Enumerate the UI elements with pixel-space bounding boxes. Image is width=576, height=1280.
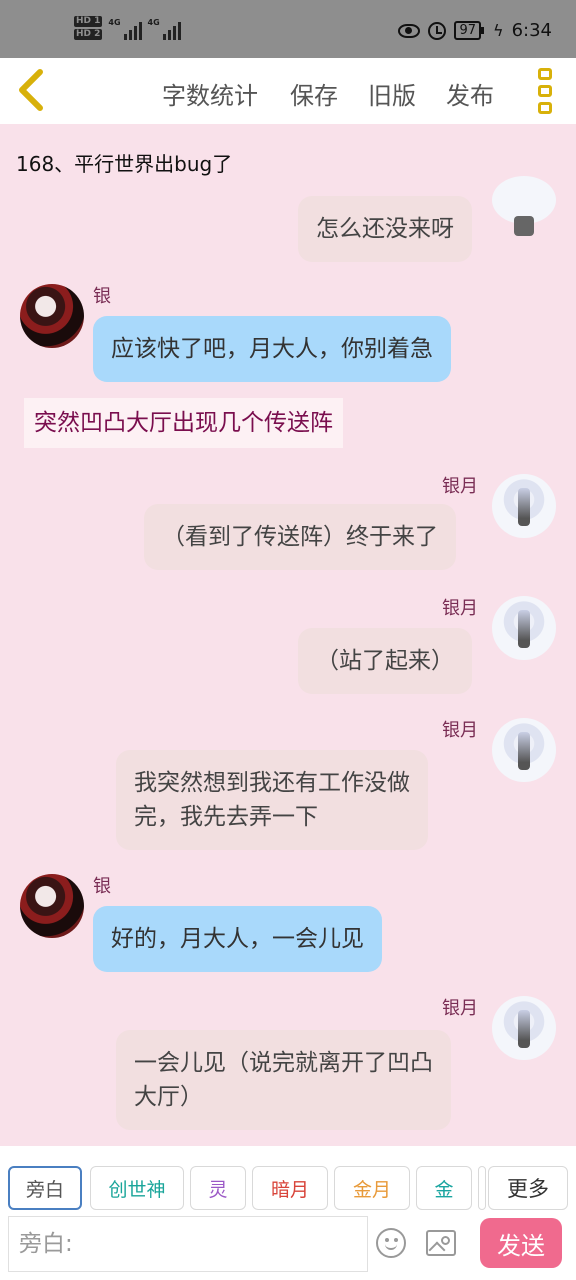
message-bubble[interactable]: 一会儿见（说完就离开了凹凸 大厅） (116, 1030, 451, 1130)
publish-button[interactable]: 发布 (446, 76, 494, 111)
avatar[interactable] (492, 176, 556, 236)
chapter-title: 168、平行世界出bug了 (16, 152, 233, 176)
speaker-name: 银月 (442, 998, 478, 1019)
battery-icon: 97 (454, 21, 484, 40)
emoji-icon[interactable] (376, 1228, 406, 1258)
role-chip[interactable]: 暗月 (252, 1166, 328, 1210)
message-bubble[interactable]: 我突然想到我还有工作没做 完，我先去弄一下 (116, 750, 428, 850)
image-icon[interactable] (426, 1230, 456, 1256)
role-chip[interactable]: 创世神 (90, 1166, 184, 1210)
word-count-button[interactable]: 字数统计 (162, 76, 258, 111)
clock: 6:34 (511, 20, 552, 41)
role-chip-narrator[interactable]: 旁白 (8, 1166, 82, 1210)
signal-group: HD 1 HD 2 4G 4G (74, 16, 181, 40)
send-button[interactable]: 发送 (480, 1218, 562, 1268)
eye-icon (398, 23, 421, 38)
message-bubble[interactable]: （站了起来） (298, 628, 472, 694)
role-selector: 旁白 创世神 灵 暗月 金月 金 更多 (0, 1146, 576, 1212)
status-bar: HD 1 HD 2 4G 4G 97 ϟ 6:34 (0, 0, 576, 58)
avatar[interactable] (492, 596, 556, 660)
signal-icon-2: 4G (148, 18, 181, 40)
speaker-name: 银月 (442, 720, 478, 741)
more-roles-button[interactable]: 更多 (488, 1166, 568, 1210)
speaker-name: 银 (93, 876, 111, 897)
editor-toolbar: 字数统计 保存 旧版 发布 (0, 58, 576, 124)
signal-icon: 4G (108, 18, 142, 40)
hd2-badge: HD 2 (74, 29, 103, 40)
message-input[interactable] (8, 1216, 368, 1272)
back-button[interactable] (14, 68, 50, 112)
old-version-button[interactable]: 旧版 (368, 76, 416, 111)
chat-area[interactable]: 168、平行世界出bug了 怎么还没来呀 银 应该快了吧，月大人，你别着急 突然… (0, 124, 576, 1146)
vertical-dots-icon[interactable] (538, 68, 554, 114)
save-button[interactable]: 保存 (290, 76, 338, 111)
message-bubble[interactable]: （看到了传送阵）终于来了 (144, 504, 456, 570)
role-chip[interactable]: 金 (416, 1166, 472, 1210)
speaker-name: 银月 (442, 476, 478, 497)
chevron-left-icon (19, 69, 43, 111)
avatar[interactable] (20, 284, 84, 348)
avatar[interactable] (492, 718, 556, 782)
avatar[interactable] (492, 474, 556, 538)
speaker-name: 银月 (442, 598, 478, 619)
narration-text[interactable]: 突然凹凸大厅出现几个传送阵 (24, 398, 343, 448)
charging-icon: ϟ (493, 21, 504, 40)
role-chip[interactable]: 金月 (334, 1166, 410, 1210)
input-bar: 发送 (0, 1212, 576, 1280)
speaker-name: 银 (93, 286, 111, 307)
avatar[interactable] (492, 996, 556, 1060)
message-bubble[interactable]: 应该快了吧，月大人，你别着急 (93, 316, 451, 382)
alarm-icon (428, 21, 447, 40)
message-bubble[interactable]: 怎么还没来呀 (298, 196, 472, 262)
hd1-badge: HD 1 (74, 16, 103, 27)
avatar[interactable] (20, 874, 84, 938)
message-bubble[interactable]: 好的，月大人，一会儿见 (93, 906, 382, 972)
role-chip-partial[interactable] (478, 1166, 486, 1210)
role-chip[interactable]: 灵 (190, 1166, 246, 1210)
